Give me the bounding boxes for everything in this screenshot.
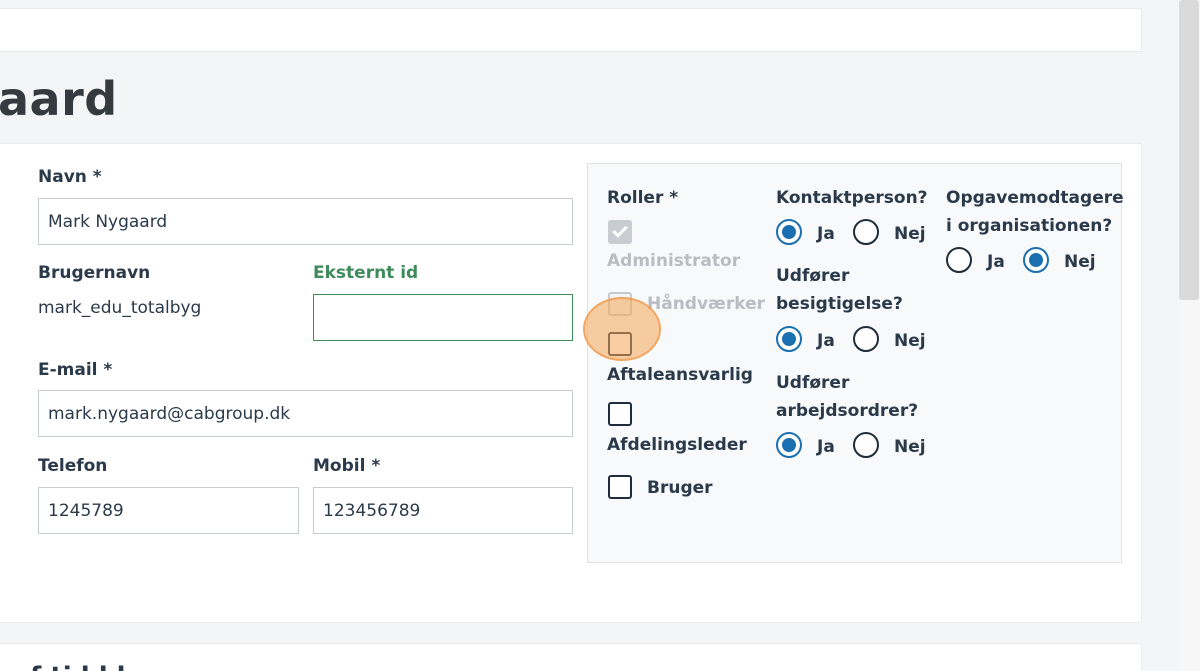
inspection-label-line1: Udfører [776, 266, 850, 286]
workorders-label-line1: Udfører [776, 373, 850, 393]
name-input[interactable] [38, 198, 573, 245]
inspection-yes-label: Ja [817, 331, 835, 351]
task-recipients-label-line1: Opgavemodtagere [946, 188, 1124, 208]
role-bruger-label: Bruger [647, 478, 713, 498]
inspection-no-radio[interactable] [853, 326, 879, 352]
mobile-input[interactable] [313, 487, 573, 534]
scrollbar-thumb[interactable] [1179, 0, 1199, 300]
mobile-label: Mobil * [313, 456, 381, 476]
username-label: Brugernavn [38, 263, 151, 283]
top-bar [0, 8, 1142, 52]
contact-person-no-label: Nej [894, 224, 926, 244]
role-afdelingsleder-label: Afdelingsleder [607, 435, 747, 455]
inspection-label-line2: besigtigelse? [776, 294, 903, 314]
task-recipients-label-line2: i organisationen? [946, 216, 1113, 236]
role-handvaerker-label: Håndværker [647, 294, 766, 314]
workorders-yes-label: Ja [817, 437, 835, 457]
inspection-yes-radio[interactable] [776, 326, 802, 352]
email-input[interactable] [38, 390, 573, 437]
workorders-yes-radio[interactable] [776, 432, 802, 458]
scrollbar-track[interactable] [1178, 0, 1200, 671]
role-aftaleansvarlig-checkbox[interactable] [608, 332, 632, 356]
secondary-card-title: f ti l l l [30, 662, 126, 671]
secondary-card: f ti l l l [0, 643, 1142, 671]
external-id-label: Eksternt id [313, 263, 419, 283]
contact-person-label: Kontaktperson? [776, 188, 928, 208]
role-bruger-checkbox[interactable] [608, 475, 632, 499]
name-label: Navn * [38, 167, 102, 187]
page-title: aard [0, 72, 118, 126]
contact-person-no-radio[interactable] [853, 219, 879, 245]
role-administrator-label: Administrator [607, 251, 741, 271]
role-aftaleansvarlig-label: Aftaleansvarlig [607, 365, 753, 385]
role-handvaerker-checkbox[interactable] [608, 292, 632, 316]
checkmark-icon [612, 222, 628, 238]
workorders-label-line2: arbejdsordrer? [776, 401, 919, 421]
inspection-no-label: Nej [894, 331, 926, 351]
contact-person-yes-label: Ja [817, 224, 835, 244]
role-afdelingsleder-checkbox[interactable] [608, 402, 632, 426]
workorders-no-label: Nej [894, 437, 926, 457]
task-recipients-no-radio[interactable] [1023, 247, 1049, 273]
workorders-no-radio[interactable] [853, 432, 879, 458]
task-recipients-no-label: Nej [1064, 252, 1096, 272]
contact-person-yes-radio[interactable] [776, 219, 802, 245]
external-id-input[interactable] [313, 294, 573, 341]
task-recipients-yes-label: Ja [987, 252, 1005, 272]
role-administrator-checkbox[interactable] [608, 220, 632, 244]
task-recipients-yes-radio[interactable] [946, 247, 972, 273]
phone-input[interactable] [38, 487, 299, 534]
username-value: mark_edu_totalbyg [38, 298, 202, 318]
roles-heading: Roller * [607, 188, 679, 208]
email-label: E-mail * [38, 360, 113, 380]
phone-label: Telefon [38, 456, 108, 476]
